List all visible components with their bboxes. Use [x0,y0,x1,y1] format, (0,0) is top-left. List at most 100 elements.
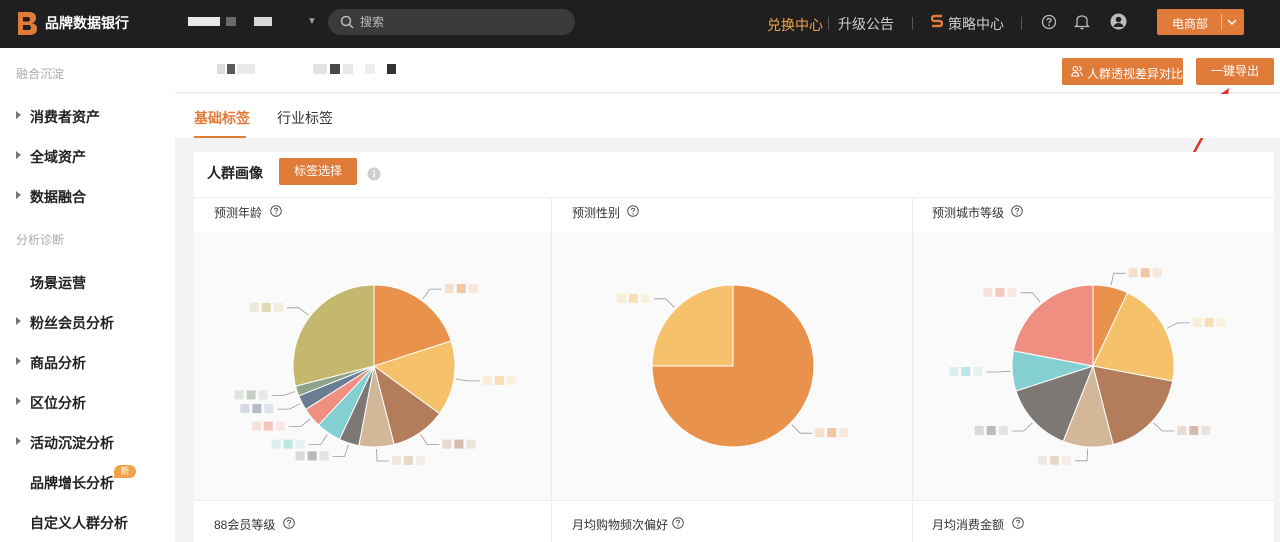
pie-label-redacted [998,426,1008,435]
caret-right-icon [16,191,21,199]
pie-label-redacted [442,439,452,449]
people-icon [1071,65,1083,77]
top-bar: 品牌数据银行 ▼ 兑换中心 升级公告 策略中心 电商部 [0,0,1280,48]
pie-leader-line [791,424,813,434]
pie-label-redacted [283,439,293,449]
tab-bar: 基础标签 行业标签 [175,94,1280,138]
pie-label-redacted [827,428,837,438]
crowd-name-redacted [227,64,235,74]
pie-label-redacted [815,428,825,438]
pie-label-redacted [234,390,244,400]
pie-leader-line [277,403,301,410]
user-avatar-icon[interactable] [1110,13,1127,30]
pie-label-redacted [466,439,476,449]
nav-divider [1021,17,1022,30]
crowd-name-redacted [313,64,327,74]
pie-label-redacted [1216,317,1226,327]
account-name-redacted[interactable] [188,17,220,26]
strategy-icon [931,14,943,28]
sidebar-item-label: 数据融合 [30,189,86,205]
pie-label-redacted [307,451,317,461]
pie-leader-line [286,307,309,316]
cell-title-shopping-frequency: 月均购物频次偏好 [572,518,669,532]
pie-leader-line [376,448,389,462]
sidebar-item-label: 自定义人群分析 [30,515,128,531]
pie-leader-line [1075,448,1089,462]
pie-label-redacted [1201,426,1211,435]
pie-leader-line [1011,422,1033,432]
pie-label-redacted [1140,268,1150,278]
account-name-redacted[interactable] [254,17,272,26]
cell-title-monthly-spend: 月均消费金额 [932,518,1005,532]
pie-slice[interactable] [651,284,734,367]
pie-label-redacted [1128,268,1138,278]
chevron-down-icon [1227,19,1237,25]
caret-right-icon [16,317,21,325]
pie-label-redacted [295,439,305,449]
pie-label-redacted [416,456,425,465]
caret-right-icon [16,357,21,365]
search-icon [340,15,354,29]
caret-right-icon [16,437,21,445]
bell-icon[interactable] [1074,13,1090,30]
sidebar-item-label: 商品分析 [30,355,86,371]
tab-active-indicator [194,136,246,138]
nav-divider [828,17,829,30]
pie-leader-line [653,298,675,308]
nav-exchange-center[interactable]: 兑换中心 [767,15,823,35]
question-icon[interactable] [283,517,295,529]
pie-leader-line [986,370,1011,373]
pie-leader-line [1153,422,1175,432]
pie-label-redacted [263,421,273,431]
account-name-redacted[interactable] [226,17,236,26]
pie-label-redacted [404,456,413,465]
tab-industry-tags[interactable]: 行业标签 [277,108,333,128]
pie-label-redacted [995,287,1005,297]
nav-upgrade-notice[interactable]: 升级公告 [838,14,894,34]
cell-title-88vip-level: 88会员等级 [214,518,276,532]
nav-strategy-center[interactable]: 策略中心 [948,14,1004,34]
question-icon[interactable] [672,517,684,529]
search-input[interactable] [360,13,560,31]
sidebar-item-label: 消费者资产 [30,109,100,125]
pie-label-redacted [258,390,268,400]
sidebar-item-label: 全域资产 [30,149,86,165]
crowd-name-redacted [330,64,340,74]
pie-label-redacted [1192,317,1202,327]
pie-label-redacted [1007,287,1017,297]
pie-label-redacted [1189,426,1199,435]
pie-label-redacted [986,426,996,435]
question-icon[interactable] [1012,517,1024,529]
crowd-name-redacted [343,64,353,74]
pie-leader-line [332,444,349,457]
pie-label-redacted [295,451,305,461]
pie-label-redacted [249,302,259,312]
pie-label-redacted [246,390,256,400]
sidebar-item-label: 场景运营 [30,275,86,291]
pie-label-redacted [973,367,983,376]
brand-name[interactable]: 品牌数据银行 [45,13,129,33]
pie-label-redacted [273,302,283,312]
pie-leader-line [308,434,328,446]
caret-right-icon [16,111,21,119]
one-click-export-button[interactable]: 一键导出 [1196,58,1274,85]
sidebar-item-label: 活动沉淀分析 [30,435,114,451]
crowd-name-redacted [365,64,375,74]
caret-right-icon [16,397,21,405]
crowd-compare-label: 人群透视差异对比 [1087,67,1184,81]
department-switch-button[interactable]: 电商部 [1157,9,1244,35]
pie-label-redacted [240,404,250,414]
pie-label-redacted [1050,455,1059,465]
crowd-compare-button[interactable]: 人群透视差异对比 [1062,58,1183,85]
pie-label-redacted [628,293,638,303]
pie-leader-line [288,418,311,428]
pie-leader-line [1110,272,1126,286]
account-caret-icon[interactable]: ▼ [307,16,317,27]
pie-label-redacted [974,426,984,435]
tab-basic-tags[interactable]: 基础标签 [194,108,250,128]
help-icon[interactable] [1041,14,1057,30]
pie-label-redacted [1204,317,1214,327]
brand-logo-icon[interactable] [16,10,38,36]
search-box[interactable] [328,9,575,35]
sidebar-item-label: 区位分析 [30,395,86,411]
